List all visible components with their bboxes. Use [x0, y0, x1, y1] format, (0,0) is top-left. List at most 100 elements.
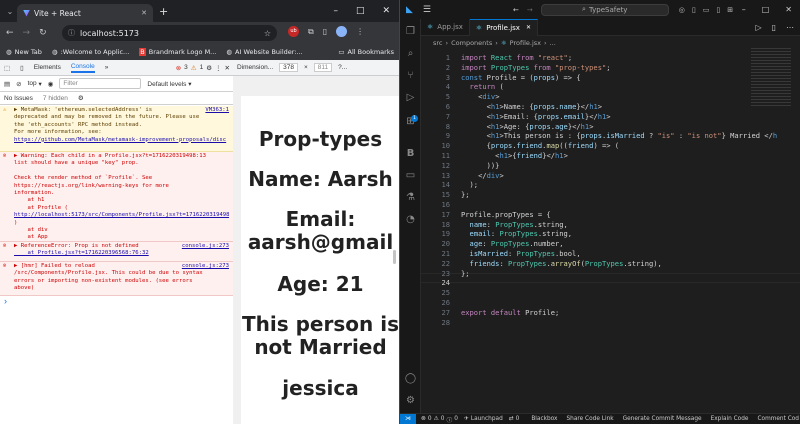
bookmark-new-tab[interactable]: ◍ New Tab — [6, 48, 42, 56]
code-editor[interactable]: 1 import React from "react"; 2 import PropT… — [421, 48, 800, 413]
profile-source-link[interactable]: http://localhost:5173/src/Components/Pro… — [14, 212, 229, 219]
tab-console[interactable]: Console — [70, 63, 95, 73]
message-source[interactable]: console.js:273 — [182, 263, 229, 270]
status-comment-code[interactable]: Comment Cod — [757, 416, 799, 422]
remote-indicator[interactable]: ⋊ — [400, 413, 416, 424]
source-control-icon[interactable]: ⑂ — [404, 69, 417, 82]
tab-search-icon[interactable]: ⌄ — [3, 7, 17, 16]
browser-tab[interactable]: Vite + React ✕ — [17, 4, 153, 22]
code-line: import React from "react"; — [461, 53, 573, 62]
vscode-maximize-button[interactable]: □ — [762, 5, 770, 14]
inspect-icon[interactable]: ⬚ — [4, 64, 10, 72]
device-toggle-icon[interactable]: ▯ — [20, 64, 24, 72]
height-input[interactable]: 811 — [313, 63, 333, 72]
side-panel-icon[interactable]: ▯ — [323, 27, 327, 36]
more-tabs-icon[interactable]: » — [105, 64, 109, 71]
address-bar[interactable]: ⓘ localhost:5173 ☆ — [62, 25, 277, 41]
no-issues-label[interactable]: No Issues — [4, 95, 33, 102]
copilot-icon[interactable]: ◎ — [679, 6, 685, 14]
bookmark-brandmark[interactable]: B Brandmark Logo M... — [139, 48, 216, 56]
command-search[interactable]: ⌕ TypeSafety — [540, 3, 669, 16]
status-ports[interactable]: 0 — [516, 416, 520, 422]
viewport-scrollbar[interactable] — [393, 250, 396, 264]
status-explain-code[interactable]: Explain Code — [711, 416, 749, 422]
close-devtools-icon[interactable]: ✕ — [225, 64, 233, 72]
error-count[interactable]: 3 — [184, 64, 188, 71]
remote-explorer-icon[interactable]: ▭ — [404, 169, 417, 182]
editor-tabs: ⚛ App.jsx ⚛ Profile.jsx ✕ ▷ ▯ ⋯ — [421, 18, 800, 36]
site-info-icon[interactable]: ⓘ — [68, 28, 75, 38]
accounts-icon[interactable]: ◯ — [404, 372, 417, 385]
minimap[interactable] — [751, 48, 791, 108]
blackbox-icon[interactable]: B — [404, 147, 417, 160]
log-levels-dropdown[interactable]: Default levels ▾ — [147, 80, 191, 88]
manage-gear-icon[interactable]: ⚙ — [404, 394, 417, 407]
vscode-minimize-button[interactable]: – — [742, 5, 746, 14]
status-warnings[interactable]: 0 — [441, 416, 445, 422]
width-input[interactable]: 378 — [279, 63, 298, 72]
layout-sidebar-icon[interactable]: ▯ — [692, 6, 696, 14]
bookmark-logo-icon: B — [139, 48, 146, 56]
breadcrumb-file[interactable]: Profile.jsx — [510, 39, 541, 47]
metamask-link[interactable]: https://github.com/MetaMask/metamask-imp… — [14, 137, 229, 144]
eye-icon[interactable]: ◉ — [48, 80, 54, 88]
maximize-button[interactable]: □ — [356, 6, 365, 16]
bookmark-welcome[interactable]: ◍:Welcome to Applic... — [52, 48, 129, 56]
breadcrumb-more[interactable]: ... — [550, 39, 556, 47]
close-window-button[interactable]: ✕ — [382, 6, 390, 16]
sidebar-toggle-icon[interactable]: ▤ — [4, 80, 10, 88]
menu-icon[interactable]: ☰ — [423, 5, 431, 15]
warning-count[interactable]: 1 — [200, 64, 204, 71]
run-file-icon[interactable]: ▷ — [755, 23, 761, 32]
customize-layout-icon[interactable]: ⊞ — [727, 6, 733, 14]
context-selector[interactable]: top ▾ — [28, 80, 42, 88]
minimize-button[interactable]: – — [333, 6, 338, 16]
nav-forward-icon[interactable]: → — [527, 6, 533, 14]
status-blackbox[interactable]: Blackbox — [531, 416, 557, 422]
extension-badge-icon[interactable]: ub — [288, 26, 299, 37]
clear-console-icon[interactable]: ⊘ — [16, 80, 21, 88]
back-arrow-icon[interactable]: ← — [6, 28, 14, 38]
breadcrumb-src[interactable]: src — [433, 39, 443, 47]
console-settings-icon[interactable]: ⚙ — [78, 94, 84, 102]
zoom-dropdown[interactable]: ?... — [338, 64, 347, 71]
new-tab-button[interactable]: + — [159, 5, 168, 18]
tab-profile-jsx[interactable]: ⚛ Profile.jsx ✕ — [469, 18, 538, 36]
forward-arrow-icon[interactable]: → — [23, 28, 31, 38]
bookmark-star-icon[interactable]: ☆ — [264, 29, 271, 38]
breadcrumb-components[interactable]: Components — [451, 39, 492, 47]
tab-app-jsx[interactable]: ⚛ App.jsx — [421, 18, 470, 36]
devtools-menu-icon[interactable]: ⋮ — [215, 64, 222, 72]
bookmark-ai-builder[interactable]: ◍ AI Website Builder:... — [226, 48, 302, 56]
reload-icon[interactable]: ↻ — [39, 28, 47, 38]
run-debug-icon[interactable]: ▷ — [404, 91, 417, 104]
testing-icon[interactable]: ⚗ — [404, 191, 417, 204]
filter-input[interactable]: Filter — [59, 78, 142, 89]
split-editor-icon[interactable]: ▯ — [772, 23, 776, 32]
all-bookmarks[interactable]: ▭ All Bookmarks — [338, 48, 400, 56]
status-share-code[interactable]: Share Code Link — [566, 416, 613, 422]
explorer-icon[interactable]: ❐ — [404, 25, 417, 38]
tab-elements[interactable]: Elements — [34, 64, 61, 71]
extensions-puzzle-icon[interactable]: ⧉ — [308, 27, 314, 37]
nav-back-icon[interactable]: ← — [513, 6, 519, 14]
message-source[interactable]: VM363:1 — [205, 107, 229, 114]
message-source[interactable]: console.js:273 — [182, 243, 229, 250]
profile-avatar[interactable] — [336, 26, 348, 37]
layout-secondary-icon[interactable]: ▯ — [716, 6, 720, 14]
console-prompt[interactable]: › — [4, 296, 7, 306]
search-icon[interactable]: ⌕ — [404, 47, 417, 60]
status-launchpad[interactable]: Launchpad — [471, 416, 503, 422]
close-tab-icon[interactable]: ✕ — [526, 24, 531, 31]
browser-menu-icon[interactable]: ⋮ — [356, 27, 364, 36]
editor-more-icon[interactable]: ⋯ — [786, 23, 794, 32]
status-errors[interactable]: 0 — [428, 416, 432, 422]
status-commit-message[interactable]: Generate Commit Message — [623, 416, 702, 422]
vscode-close-button[interactable]: ✕ — [785, 5, 792, 14]
layout-panel-icon[interactable]: ▭ — [703, 6, 710, 14]
extension-panel-icon[interactable]: ◔ — [404, 213, 417, 226]
dimensions-dropdown[interactable]: Dimension... — [237, 64, 273, 71]
close-tab-icon[interactable]: ✕ — [141, 9, 147, 17]
status-info[interactable]: 0 — [454, 416, 458, 422]
settings-gear-icon[interactable]: ⚙ — [206, 64, 212, 72]
